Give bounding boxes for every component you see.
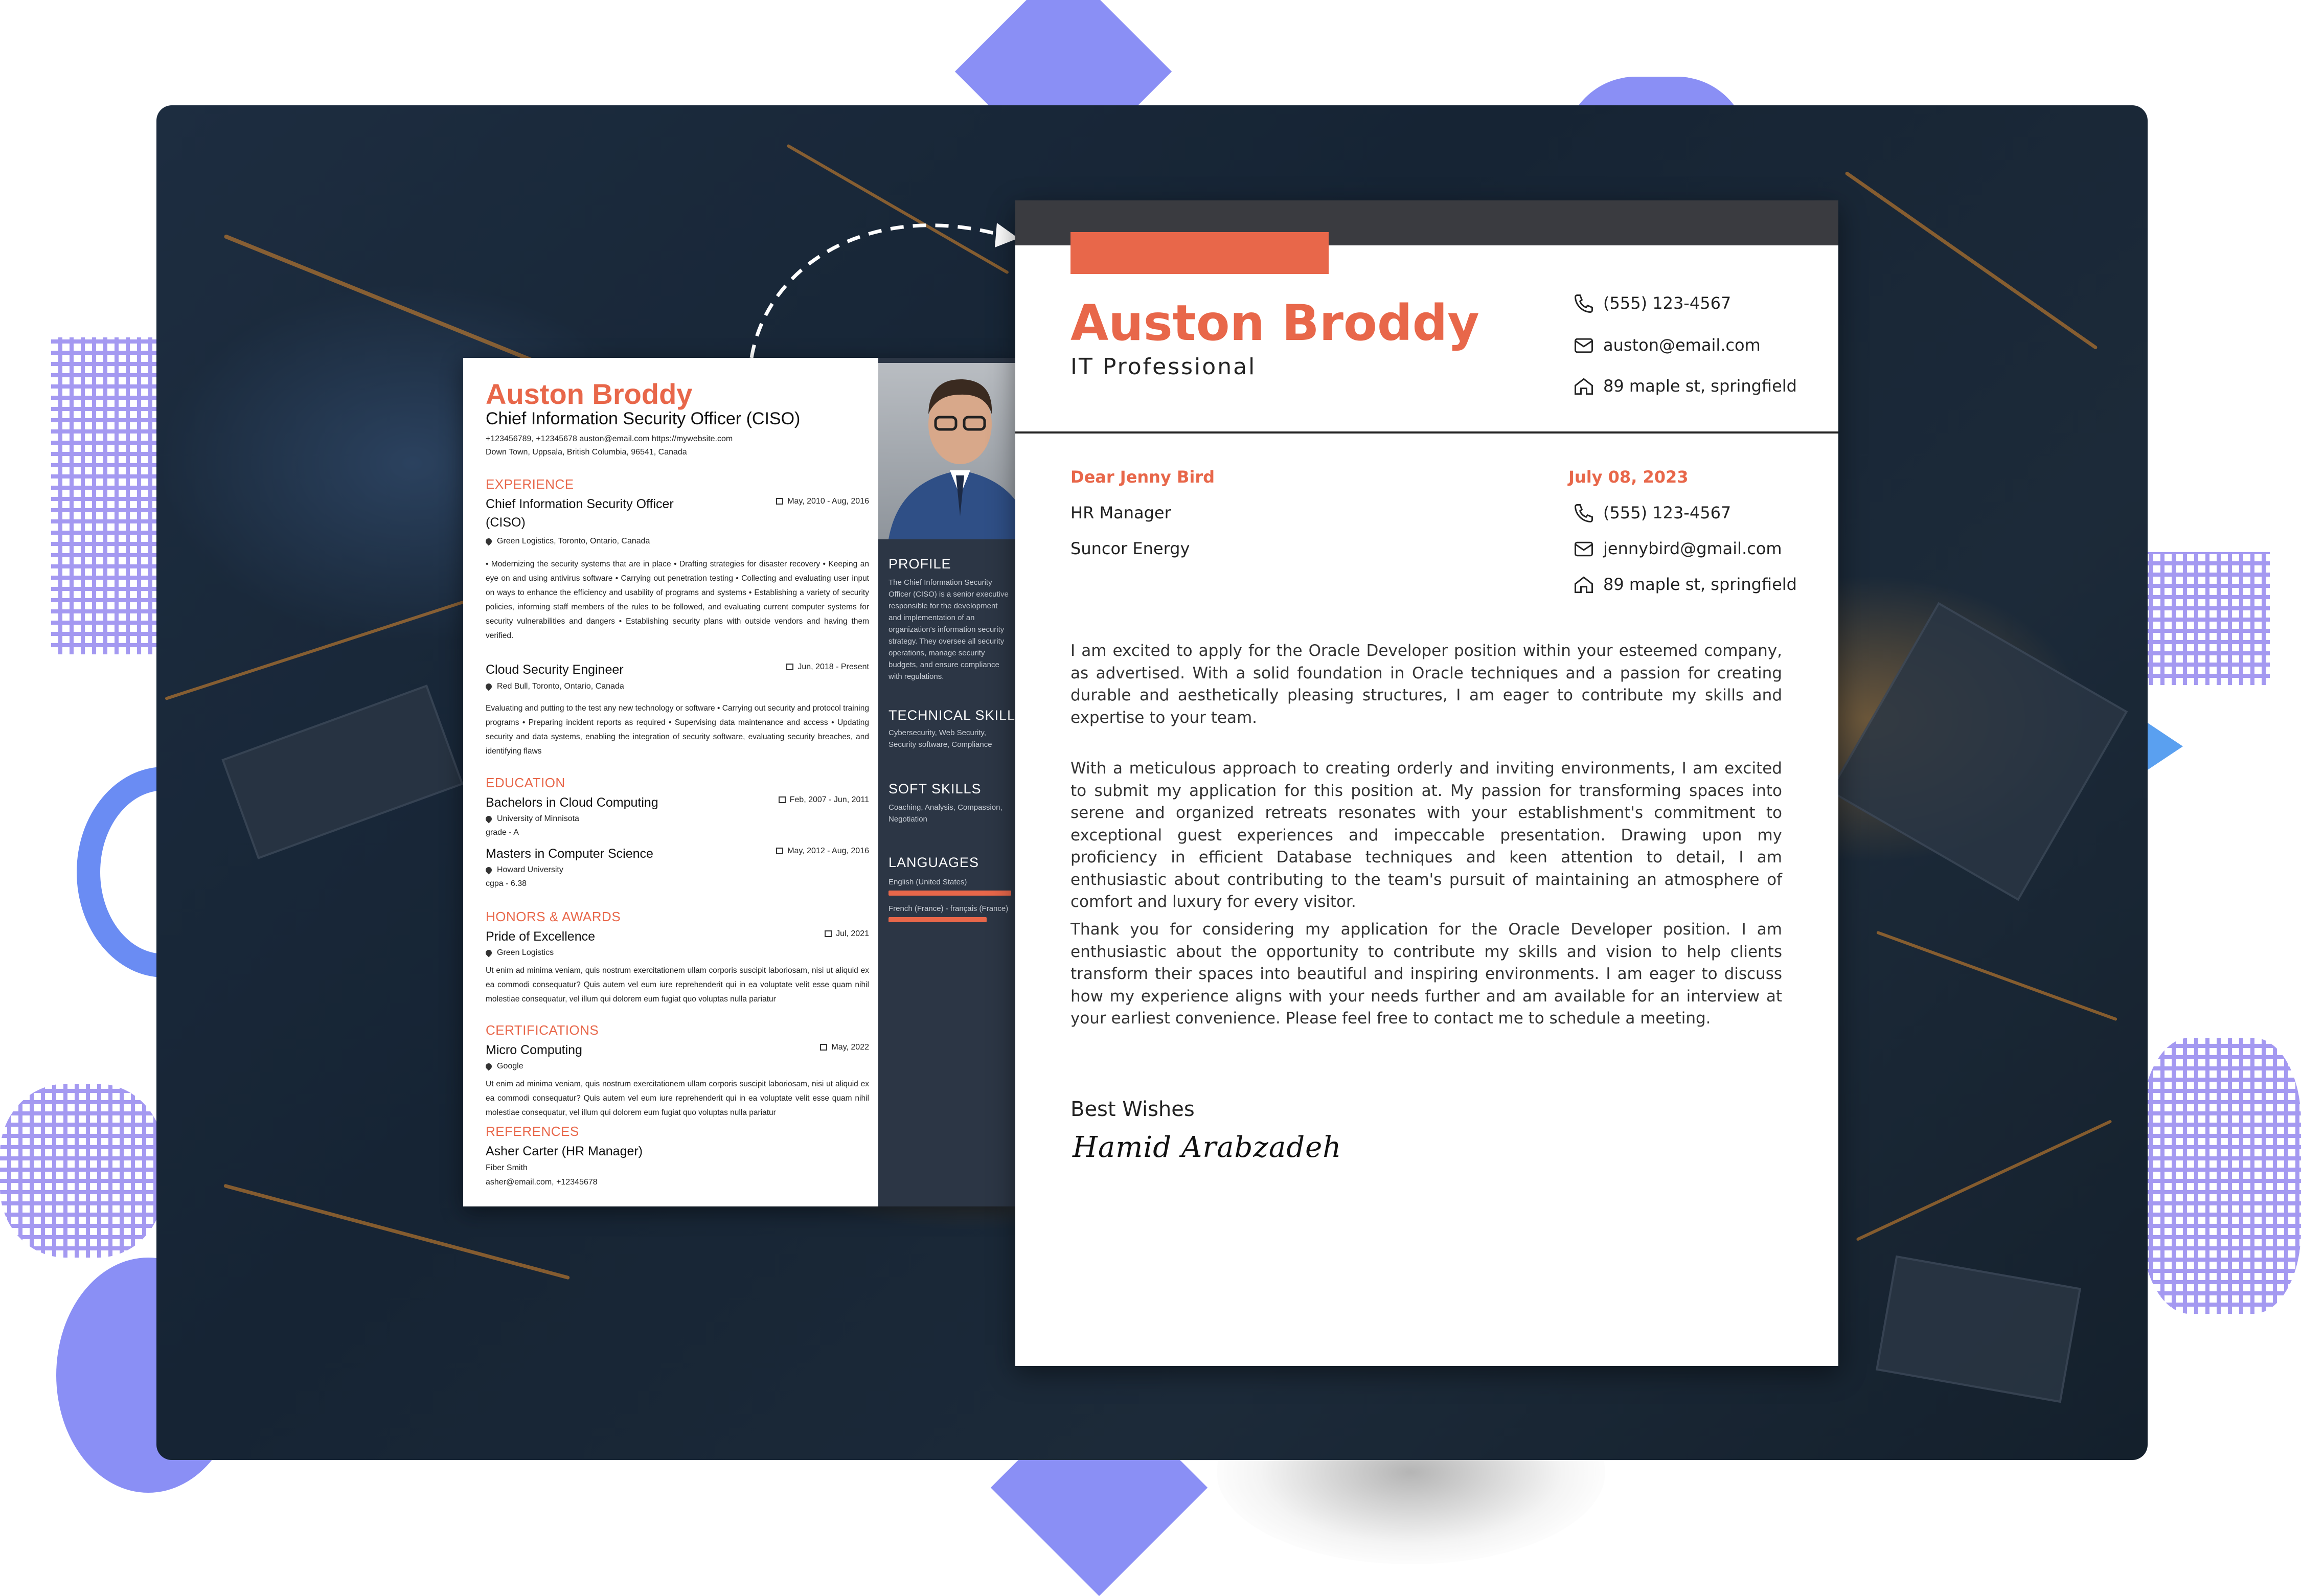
certification-name: Micro Computing (486, 1043, 582, 1057)
letter-address: 89 maple st, springfield (1603, 376, 1797, 396)
experience-desc-1: • Modernizing the security systems that … (486, 560, 869, 640)
location-pin-icon (484, 682, 493, 691)
experience-date-2: Jun, 2018 - Present (786, 663, 869, 672)
calendar-icon (820, 1044, 828, 1051)
email-icon (1573, 538, 1595, 560)
decorative-grid-left (51, 337, 164, 654)
sidebar-profile-text: The Chief Information Security Officer (… (888, 578, 1009, 681)
letter-divider (1015, 431, 1838, 434)
person-portrait-icon (888, 379, 1015, 539)
education-degree-2: Masters in Computer Science (486, 847, 653, 861)
section-references: REFERENCES (486, 1124, 579, 1139)
letter-signature: Hamid Arabzadeh (1073, 1131, 1342, 1164)
experience-role-1-cont: (CISO) (486, 515, 526, 530)
calendar-icon (776, 498, 784, 505)
section-honors: HONORS & AWARDS (486, 909, 621, 924)
calendar-icon (786, 664, 794, 671)
honor-desc: Ut enim ad minima veniam, quis nostrum e… (486, 966, 869, 1004)
education-date-1: Feb, 2007 - Jun, 2011 (778, 795, 869, 805)
location-pin-icon (484, 948, 493, 957)
recipient-company: Suncor Energy (1070, 539, 1190, 558)
education-grade-1: grade - A (486, 828, 519, 837)
sidebar-soft-heading: SOFT SKILLS (888, 781, 982, 796)
experience-desc-2: Evaluating and putting to the test any n… (486, 704, 869, 756)
language-2-level-bar (888, 917, 987, 922)
recipient-phone: (555) 123-4567 (1603, 503, 1732, 522)
language-1: English (United States) (888, 878, 967, 886)
honor-org: Green Logistics (484, 948, 554, 957)
education-date-2: May, 2012 - Aug, 2016 (776, 847, 869, 856)
home-icon (1573, 375, 1595, 398)
sidebar-soft-text: Coaching, Analysis, Compassion, Negotiat… (888, 803, 1003, 824)
sidebar-tech-heading: TECHNICAL SKILLS (888, 708, 1015, 723)
sidebar-tech-text: Cybersecurity, Web Security, Security so… (888, 728, 992, 749)
letter-paragraph-3: Thank you for considering my application… (1070, 920, 1782, 1028)
letter-accent-bar (1070, 232, 1329, 274)
honor-name: Pride of Excellence (486, 929, 596, 944)
experience-role-2: Cloud Security Engineer (486, 663, 624, 677)
education-school-1: University of Minnisota (484, 814, 579, 824)
certification-date: May, 2022 (820, 1043, 869, 1052)
experience-place-1: Green Logistics, Toronto, Ontario, Canad… (484, 537, 650, 546)
certification-org: Google (484, 1062, 523, 1071)
resume-title: Chief Information Security Officer (CISO… (486, 409, 801, 428)
location-pin-icon (484, 865, 493, 875)
recipient-title: HR Manager (1070, 503, 1171, 522)
location-pin-icon (484, 1062, 493, 1071)
resume-location-line: Down Town, Uppsala, British Columbia, 96… (486, 448, 687, 457)
letter-role: IT Professional (1070, 354, 1257, 380)
home-icon (1573, 574, 1595, 596)
cover-letter-document: Auston Broddy IT Professional (555) 123-… (1015, 200, 1838, 1366)
resume-name: Auston Broddy (486, 378, 693, 410)
location-pin-icon (484, 537, 493, 546)
reference-company: Fiber Smith (486, 1164, 528, 1172)
location-pin-icon (484, 814, 493, 824)
resume-main-column: Auston Broddy Chief Information Security… (463, 358, 878, 1206)
letter-closing: Best Wishes (1070, 1098, 1195, 1121)
language-2: French (France) - français (France) (888, 904, 1009, 913)
honor-date: Jul, 2021 (825, 929, 869, 939)
sidebar-languages-heading: LANGUAGES (888, 855, 979, 870)
section-certifications: CERTIFICATIONS (486, 1022, 599, 1038)
letter-paragraph-1: I am excited to apply for the Oracle Dev… (1070, 642, 1782, 727)
certification-desc: Ut enim ad minima veniam, quis nostrum e… (486, 1080, 869, 1117)
reference-name: Asher Carter (HR Manager) (486, 1144, 643, 1158)
experience-role-1: Chief Information Security Officer (486, 497, 674, 511)
email-icon (1573, 334, 1595, 357)
decorative-grid-bottom-left (0, 1084, 164, 1258)
experience-date-1: May, 2010 - Aug, 2016 (776, 497, 869, 506)
experience-place-2: Red Bull, Toronto, Ontario, Canada (484, 682, 624, 691)
dashed-arrow (749, 223, 1018, 358)
section-experience: EXPERIENCE (486, 476, 574, 492)
sidebar-profile-heading: PROFILE (888, 556, 951, 572)
section-education: EDUCATION (486, 775, 565, 790)
resume-contact-line: +123456789, +12345678 auston@email.com h… (486, 435, 733, 443)
decorative-grid-right (2142, 1038, 2301, 1314)
decorative-grid-top-right (2142, 552, 2270, 685)
recipient-email: jennybird@gmail.com (1603, 539, 1782, 558)
recipient-greeting: Dear Jenny Bird (1070, 467, 1215, 487)
calendar-icon (825, 930, 832, 938)
language-1-level-bar (888, 891, 1011, 896)
calendar-icon (776, 848, 784, 855)
resume-sidebar: PROFILE The Chief Information Security O… (878, 358, 1015, 1206)
letter-phone: (555) 123-4567 (1603, 293, 1732, 313)
phone-icon (1573, 292, 1595, 315)
phone-icon (1573, 502, 1595, 525)
education-grade-2: cgpa - 6.38 (486, 879, 527, 888)
recipient-address: 89 maple st, springfield (1603, 575, 1797, 594)
calendar-icon (778, 796, 786, 804)
education-school-2: Howard University (484, 865, 563, 875)
profile-photo (878, 363, 1015, 539)
letter-email: auston@email.com (1603, 335, 1761, 355)
resume-document: Auston Broddy Chief Information Security… (463, 358, 1015, 1206)
letter-date: July 08, 2023 (1568, 467, 1689, 487)
letter-paragraph-2: With a meticulous approach to creating o… (1070, 759, 1782, 911)
reference-contact: asher@email.com, +12345678 (486, 1178, 598, 1187)
education-degree-1: Bachelors in Cloud Computing (486, 795, 658, 810)
letter-name: Auston Broddy (1070, 294, 1479, 352)
